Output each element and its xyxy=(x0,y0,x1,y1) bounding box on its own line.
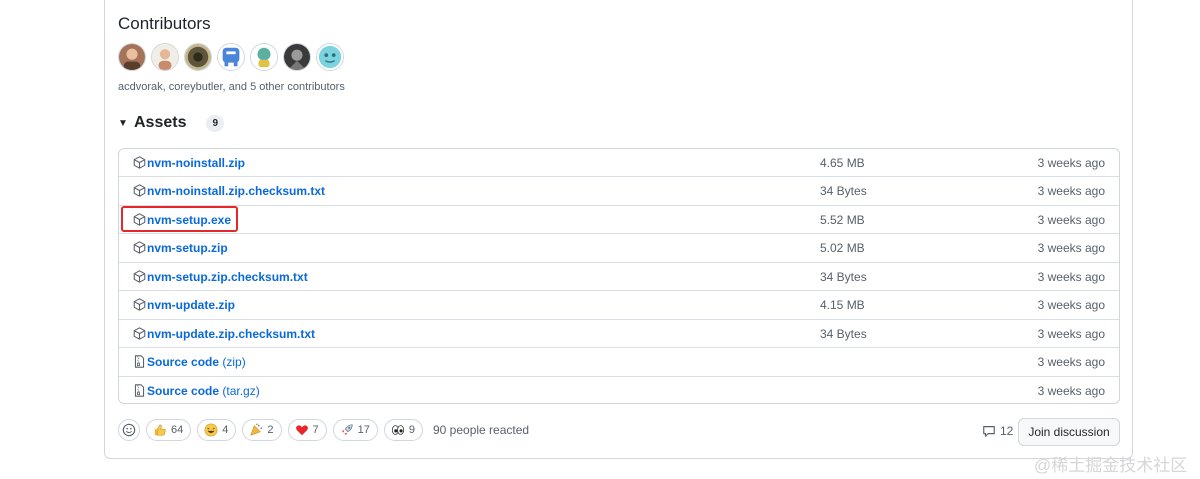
avatar[interactable] xyxy=(184,43,212,71)
add-reaction-button[interactable] xyxy=(118,419,140,441)
avatar[interactable] xyxy=(118,43,146,71)
highlight-box xyxy=(121,206,238,232)
rocket-icon xyxy=(341,424,353,436)
asset-date: 3 weeks ago xyxy=(1037,241,1105,256)
reaction-heart[interactable]: 7 xyxy=(287,419,327,441)
asset-size: 5.02 MB xyxy=(820,241,865,256)
asset-suffix: (tar.gz) xyxy=(222,383,260,398)
assets-list: nvm-noinstall.zip 4.65 MB 3 weeks ago nvm-n… xyxy=(118,148,1120,404)
asset-date: 3 weeks ago xyxy=(1037,298,1105,313)
file-zip-icon xyxy=(133,355,146,368)
asset-name: nvm-update.zip xyxy=(147,298,236,313)
comment-icon xyxy=(983,426,995,437)
asset-size: 5.52 MB xyxy=(820,212,865,227)
asset-size: 34 Bytes xyxy=(820,269,867,284)
reactions-bar: 64 4 2 7 17 9 90 people reacted xyxy=(118,419,529,441)
asset-link[interactable]: nvm-noinstall.zip.checksum.txt xyxy=(147,184,325,198)
asset-date: 3 weeks ago xyxy=(1037,212,1105,227)
assets-toggle[interactable]: ▼ Assets 9 xyxy=(118,114,225,132)
asset-row: nvm-update.zip 4.15 MB 3 weeks ago xyxy=(119,291,1119,320)
asset-row: Source code (zip) 3 weeks ago xyxy=(119,348,1119,377)
contributors-summary: acdvorak, coreybutler, and 5 other contr… xyxy=(118,81,345,93)
assets-count-badge: 9 xyxy=(206,114,225,132)
reaction-eyes[interactable]: 9 xyxy=(383,419,423,441)
asset-link[interactable]: nvm-setup.zip xyxy=(147,241,228,255)
contributor-avatars xyxy=(118,43,344,73)
reaction-count: 9 xyxy=(408,424,415,436)
thumbs-up-icon xyxy=(154,424,166,436)
package-icon xyxy=(133,156,146,169)
asset-name: Source code xyxy=(147,355,220,370)
eyes-icon xyxy=(391,425,404,435)
asset-link[interactable]: Source code (tar.gz) xyxy=(147,384,260,398)
asset-row: nvm-setup.zip.checksum.txt 34 Bytes 3 week… xyxy=(119,263,1119,292)
package-icon xyxy=(133,241,146,255)
file-zip-icon xyxy=(133,383,146,397)
avatar[interactable] xyxy=(283,43,311,71)
asset-name: nvm-noinstall.zip.checksum.txt xyxy=(147,184,326,199)
asset-date: 3 weeks ago xyxy=(1037,269,1105,284)
reaction-laugh[interactable]: 4 xyxy=(197,419,237,441)
asset-link[interactable]: nvm-noinstall.zip xyxy=(147,156,245,170)
join-discussion-button[interactable]: Join discussion xyxy=(1018,418,1120,446)
asset-size: 4.65 MB xyxy=(820,156,865,170)
reactions-summary: 90 people reacted xyxy=(433,423,530,437)
caret-down-icon: ▼ xyxy=(118,117,128,129)
asset-date: 3 weeks ago xyxy=(1037,355,1105,370)
comment-count[interactable]: 12 xyxy=(982,424,1013,438)
watermark: @稀土掘金技术社区 xyxy=(1034,456,1188,475)
avatar[interactable] xyxy=(316,43,344,71)
asset-link[interactable]: Source code (zip) xyxy=(147,355,246,369)
package-icon xyxy=(133,298,146,311)
avatar[interactable] xyxy=(217,43,245,71)
reaction-thumbs-up[interactable]: 64 xyxy=(146,419,192,441)
asset-row: nvm-update.zip.checksum.txt 34 Bytes 3 wee… xyxy=(119,320,1119,349)
asset-row: Source code (tar.gz) 3 weeks ago xyxy=(119,377,1119,404)
asset-name: nvm-update.zip.checksum.txt xyxy=(147,326,316,341)
package-icon xyxy=(133,184,146,198)
reaction-rocket[interactable]: 17 xyxy=(332,419,378,441)
asset-date: 3 weeks ago xyxy=(1037,156,1105,170)
package-icon xyxy=(133,270,146,283)
asset-name: nvm-setup.zip xyxy=(147,241,228,256)
asset-size: 34 Bytes xyxy=(820,184,867,199)
asset-date: 3 weeks ago xyxy=(1037,326,1105,341)
heart-icon xyxy=(295,425,308,436)
asset-link[interactable]: nvm-update.zip xyxy=(147,298,235,312)
smiley-icon xyxy=(122,423,136,437)
reaction-count: 7 xyxy=(312,424,319,436)
reaction-count: 17 xyxy=(357,424,370,436)
asset-size: 4.15 MB xyxy=(820,298,865,313)
reaction-count: 64 xyxy=(171,424,184,436)
asset-name: nvm-setup.zip.checksum.txt xyxy=(147,269,308,284)
asset-row: nvm-setup.zip 5.02 MB 3 weeks ago xyxy=(119,234,1119,263)
asset-link[interactable]: nvm-update.zip.checksum.txt xyxy=(147,327,315,341)
asset-row: nvm-noinstall.zip 4.65 MB 3 weeks ago xyxy=(119,149,1119,178)
reaction-tada[interactable]: 2 xyxy=(242,419,282,441)
reaction-count: 4 xyxy=(222,424,229,436)
assets-title: Assets xyxy=(134,114,187,131)
comment-count-value: 12 xyxy=(1000,424,1014,438)
asset-date: 3 weeks ago xyxy=(1037,383,1105,398)
asset-name: nvm-noinstall.zip xyxy=(147,156,246,170)
package-icon xyxy=(133,326,146,340)
contributors-title: Contributors xyxy=(118,14,211,33)
avatar[interactable] xyxy=(151,43,179,71)
asset-date: 3 weeks ago xyxy=(1037,184,1105,199)
tada-icon xyxy=(250,423,263,436)
asset-row: nvm-noinstall.zip.checksum.txt 34 Bytes 3 … xyxy=(119,177,1119,206)
asset-size: 34 Bytes xyxy=(820,326,867,341)
laugh-icon xyxy=(204,423,218,437)
asset-row: nvm-setup.exe 5.52 MB 3 weeks ago xyxy=(119,206,1119,235)
asset-name: Source code xyxy=(147,383,220,398)
asset-suffix: (zip) xyxy=(222,355,246,370)
avatar[interactable] xyxy=(250,43,278,71)
asset-link[interactable]: nvm-setup.zip.checksum.txt xyxy=(147,270,308,284)
reaction-count: 2 xyxy=(267,424,274,436)
